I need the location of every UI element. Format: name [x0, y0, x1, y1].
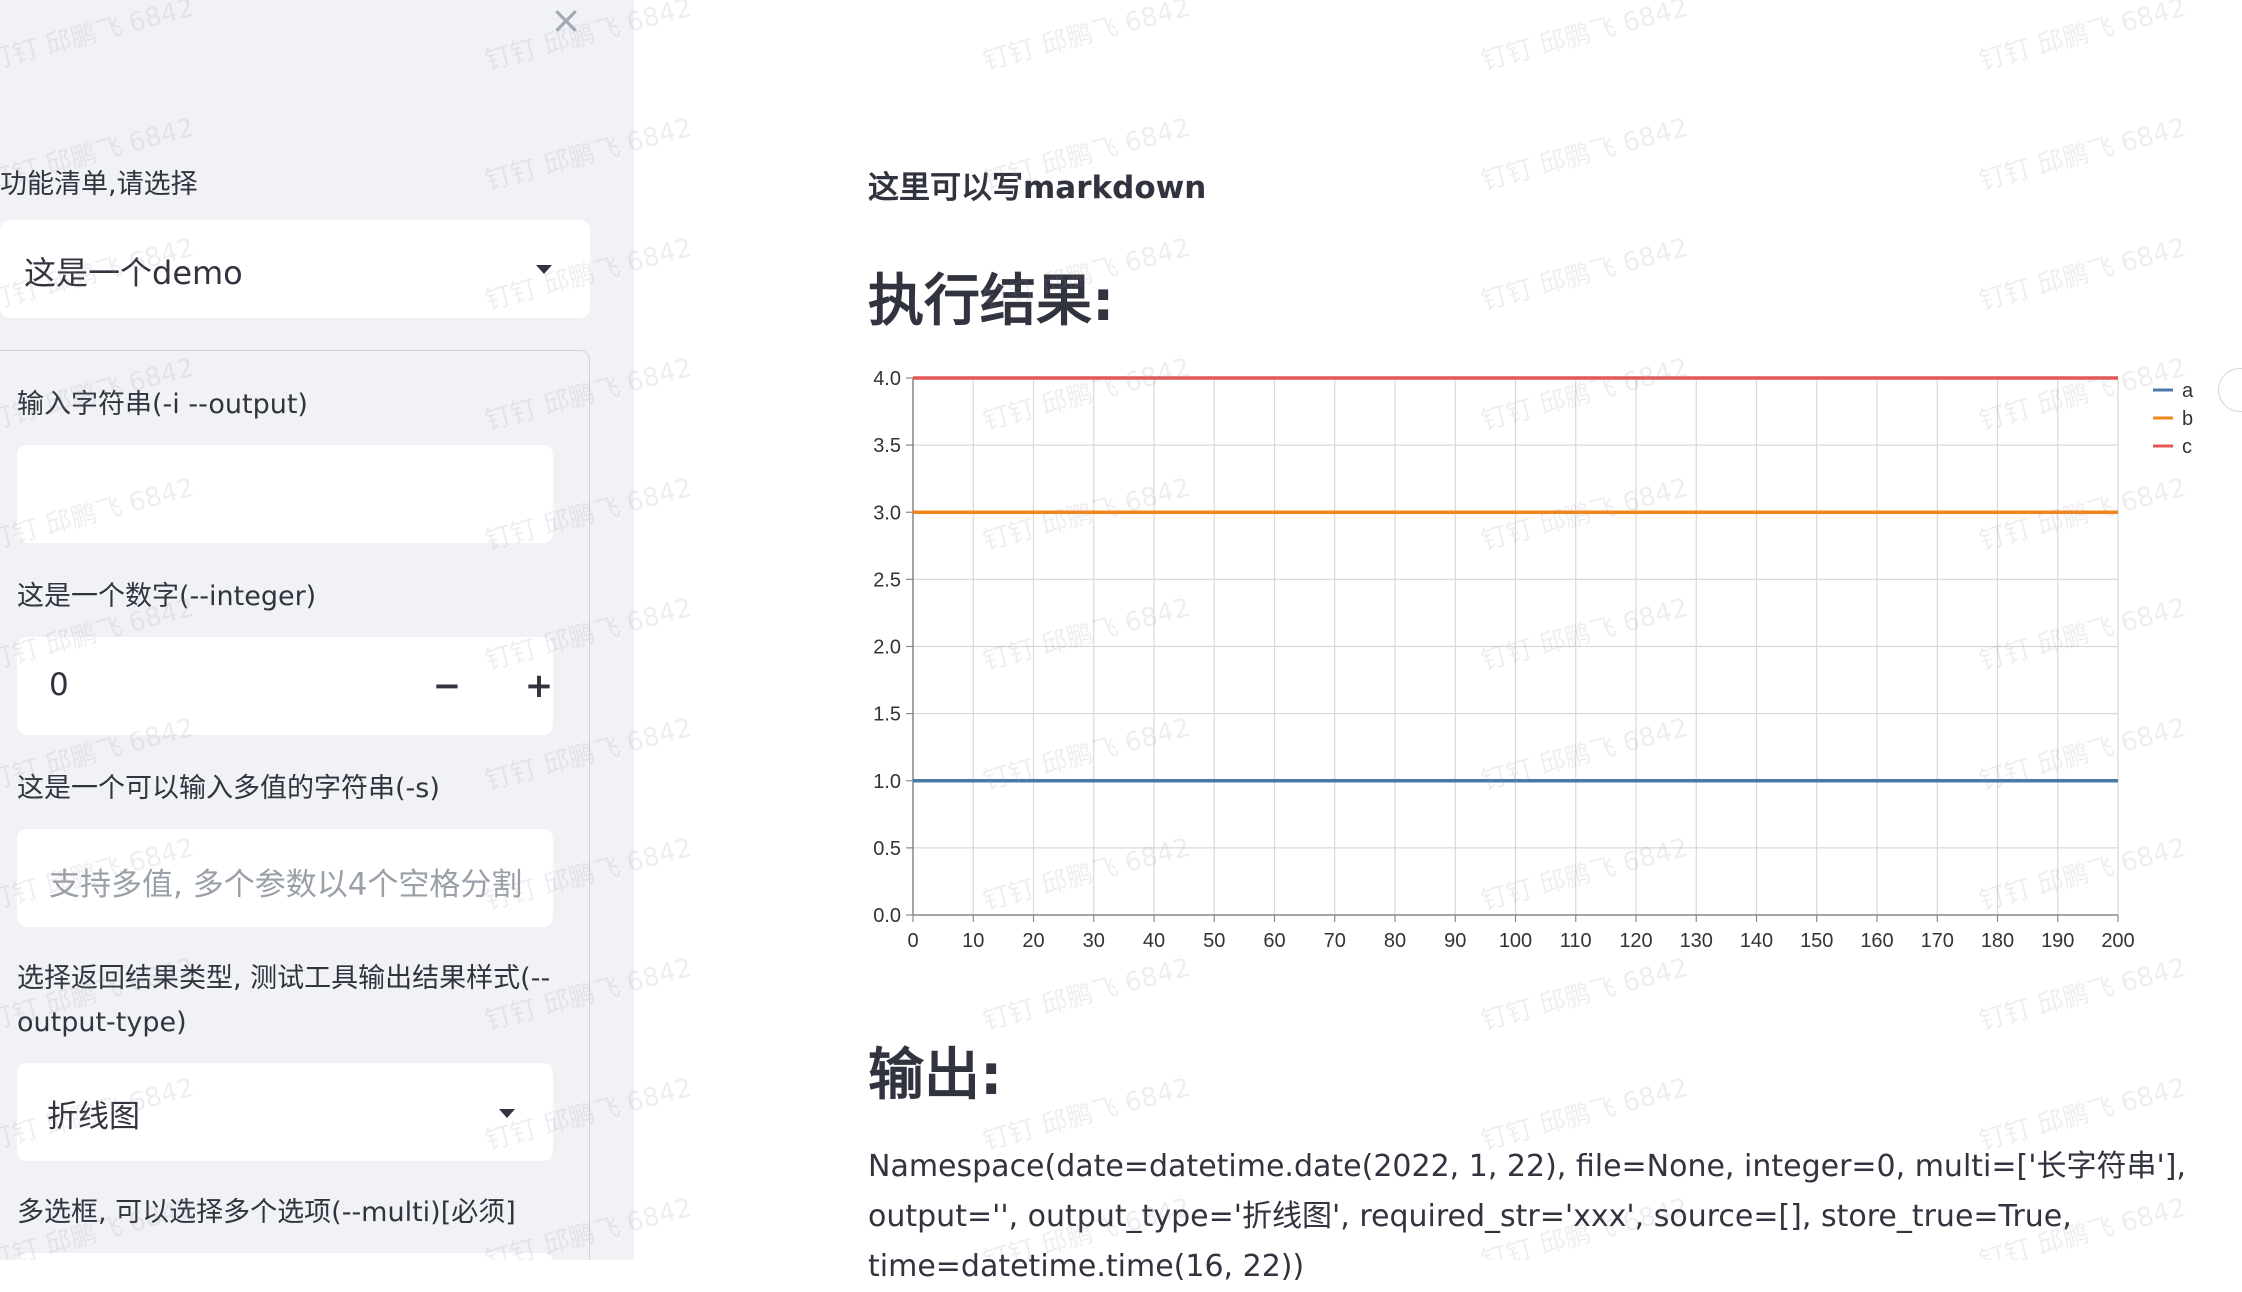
x-tick-label: 200	[2101, 930, 2134, 952]
close-icon[interactable]: ×	[546, 0, 586, 44]
x-tick-label: 90	[1444, 930, 1466, 952]
x-tick-label: 10	[962, 930, 984, 952]
y-tick-label: 3.0	[873, 502, 901, 524]
x-tick-label: 40	[1143, 930, 1165, 952]
x-tick-label: 0	[907, 930, 918, 952]
x-tick-label: 80	[1384, 930, 1406, 952]
x-tick-label: 130	[1680, 930, 1713, 952]
x-tick-label: 60	[1263, 930, 1285, 952]
multi-string-input[interactable]: 支持多值, 多个参数以4个空格分割	[17, 829, 553, 927]
x-tick-label: 50	[1203, 930, 1225, 952]
x-tick-label: 190	[2041, 930, 2074, 952]
chevron-down-icon	[536, 265, 552, 274]
parameter-form: 输入字符串(-i --output) 这是一个数字(--integer) 0 −…	[0, 350, 590, 1260]
x-tick-label: 100	[1499, 930, 1532, 952]
x-tick-label: 160	[1860, 930, 1893, 952]
watermark-text: 钉钉 邱鹏飞 6842	[980, 0, 1193, 77]
integer-value[interactable]: 0	[49, 667, 69, 703]
watermark-text: 钉钉 邱鹏飞 6842	[1478, 0, 1691, 77]
markdown-text: 这里可以写markdown	[868, 170, 1207, 206]
y-tick-label: 0.0	[873, 905, 901, 927]
x-tick-label: 170	[1921, 930, 1954, 952]
watermark-text: 钉钉 邱鹏飞 6842	[1478, 233, 1691, 317]
watermark-text: 钉钉 邱鹏飞 6842	[1478, 113, 1691, 197]
chevron-down-icon	[499, 1109, 515, 1118]
y-tick-label: 0.5	[873, 838, 901, 860]
result-heading: 执行结果:	[868, 269, 1115, 334]
output-type-value: 折线图	[47, 1099, 140, 1135]
output-type-select[interactable]: 折线图	[17, 1063, 553, 1161]
watermark-text: 钉钉 邱鹏飞 6842	[1976, 0, 2189, 77]
legend-label-c: c	[2182, 436, 2192, 458]
y-tick-label: 3.5	[873, 435, 901, 457]
multi-select[interactable]	[17, 1253, 553, 1260]
y-tick-label: 4.0	[873, 368, 901, 390]
output-field-label: 输入字符串(-i --output)	[17, 389, 308, 420]
x-tick-label: 110	[1560, 930, 1592, 952]
legend-label-a: a	[2182, 380, 2194, 402]
output-text: Namespace(date=datetime.date(2022, 1, 22…	[868, 1149, 2186, 1284]
y-tick-label: 1.0	[873, 771, 901, 793]
x-tick-label: 20	[1022, 930, 1044, 952]
integer-stepper[interactable]: 0 − +	[17, 637, 553, 735]
x-tick-label: 30	[1083, 930, 1105, 952]
y-tick-label: 2.5	[873, 569, 901, 591]
watermark-text: 钉钉 邱鹏飞 6842	[1976, 233, 2189, 317]
x-tick-label: 180	[1981, 930, 2014, 952]
legend-label-b: b	[2182, 408, 2193, 430]
x-tick-label: 70	[1324, 930, 1346, 952]
x-tick-label: 140	[1740, 930, 1773, 952]
multi-string-field-label: 这是一个可以输入多值的字符串(-s)	[17, 773, 440, 804]
y-tick-label: 1.5	[873, 704, 901, 726]
sidebar: × 功能清单,请选择 这是一个demo 输入字符串(-i --output) 这…	[0, 0, 634, 1260]
integer-field-label: 这是一个数字(--integer)	[17, 581, 317, 612]
output-type-field-label: 选择返回结果类型, 测试工具输出结果样式(--output-type)	[17, 963, 551, 1038]
watermark-text: 钉钉 邱鹏飞 6842	[1976, 113, 2189, 197]
multi-string-placeholder: 支持多值, 多个参数以4个空格分割	[49, 867, 523, 903]
function-select-value: 这是一个demo	[24, 254, 243, 292]
x-tick-label: 120	[1619, 930, 1652, 952]
decrement-button[interactable]: −	[419, 659, 475, 713]
output-input[interactable]	[17, 445, 553, 543]
function-select-label: 功能清单,请选择	[0, 169, 198, 200]
y-tick-label: 2.0	[873, 637, 901, 659]
expand-handle[interactable]	[2218, 368, 2242, 412]
line-chart: 0 10 20 30 40 50 60 70 80 90 100 110 120 130 140 150 160…	[873, 368, 2194, 952]
multi-select-field-label: 多选框, 可以选择多个选项(--multi)[必须]	[17, 1197, 516, 1228]
output-heading: 输出:	[868, 1043, 1003, 1108]
increment-button[interactable]: +	[511, 659, 567, 713]
function-select[interactable]: 这是一个demo	[0, 220, 590, 318]
x-tick-label: 150	[1800, 930, 1833, 952]
